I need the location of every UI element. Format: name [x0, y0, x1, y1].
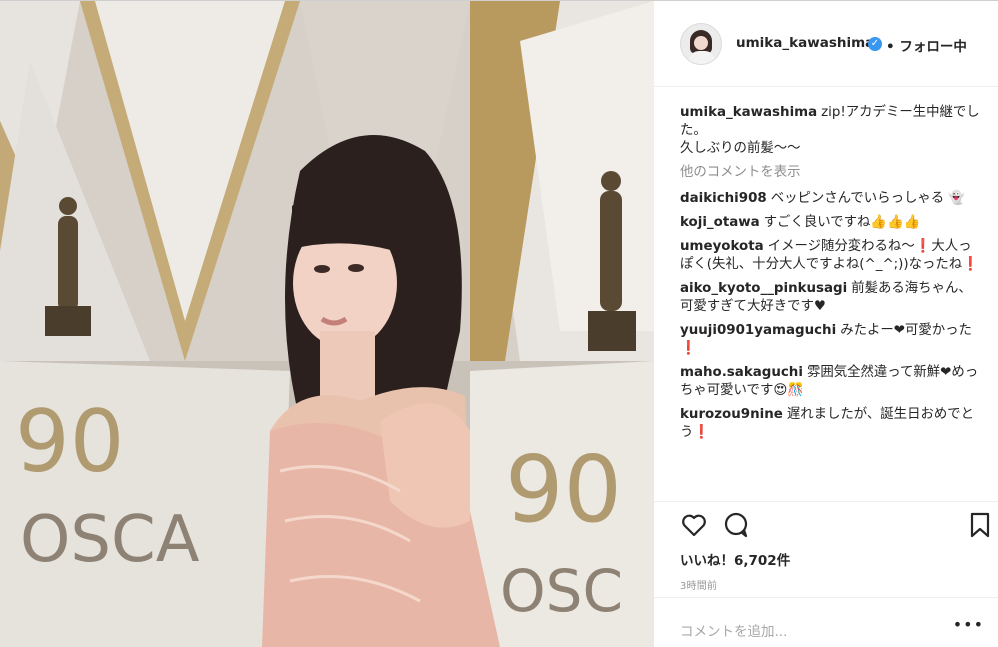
- caption: umika_kawashima zip!アカデミー生中継でした。 久しぶりの前髪〜…: [680, 104, 980, 158]
- comment-item: yuuji0901yamaguchi みたよー❤可愛かった❗: [680, 322, 980, 358]
- comment-bubble-icon[interactable]: [722, 511, 750, 539]
- svg-text:90: 90: [15, 392, 124, 492]
- more-options-icon[interactable]: •••: [953, 615, 984, 634]
- divider: [654, 597, 998, 598]
- post-sidebar: umika_kawashima ✓ • フォロー中 umika_kawashim…: [654, 1, 998, 647]
- post-photo[interactable]: 90 OSCA 90 OSC: [0, 1, 654, 647]
- load-more-comments-link[interactable]: 他のコメントを表示: [680, 164, 980, 182]
- heart-icon[interactable]: [680, 511, 708, 539]
- comment-text: すごく良いですね👍👍👍: [763, 215, 921, 230]
- comment-item: aiko_kyoto__pinkusagi 前髪ある海ちゃん、可愛すぎて大好きです…: [680, 280, 980, 316]
- comment-text: ベッピンさんでいらっしゃる 👻: [770, 191, 966, 206]
- post-actions: [680, 511, 990, 541]
- avatar[interactable]: [680, 23, 722, 65]
- caption-username[interactable]: umika_kawashima: [680, 105, 817, 120]
- comment-item: maho.sakaguchi 雰囲気全然違って新鮮❤めっちゃ可愛いです😍🎊: [680, 364, 980, 400]
- divider: [654, 501, 998, 502]
- comment-username[interactable]: daikichi908: [680, 191, 767, 206]
- comment-item: koji_otawa すごく良いですね👍👍👍: [680, 214, 980, 232]
- instagram-post: 90 OSCA 90 OSC umika_kawashima ✓ • フォロー中…: [0, 0, 998, 647]
- verified-badge-icon: ✓: [868, 37, 882, 51]
- bookmark-icon[interactable]: [966, 511, 994, 539]
- photo-illustration: 90 OSCA 90 OSC: [0, 1, 654, 647]
- comment-item: umeyokota イメージ随分変わるね〜❗大人っぽく(失礼、十分大人ですよね(^…: [680, 238, 980, 274]
- comment-item: daikichi908 ベッピンさんでいらっしゃる 👻: [680, 190, 980, 208]
- add-comment-input[interactable]: コメントを追加...: [680, 620, 787, 640]
- comment-username[interactable]: maho.sakaguchi: [680, 365, 803, 380]
- post-timestamp[interactable]: 3時間前: [680, 577, 717, 592]
- follow-status-button[interactable]: • フォロー中: [886, 35, 967, 55]
- svg-text:90: 90: [505, 436, 622, 543]
- comment-username[interactable]: kurozou9nine: [680, 407, 783, 422]
- header-username[interactable]: umika_kawashima: [736, 35, 874, 51]
- comment-item: kurozou9nine 遅れましたが、誕生日おめでとう❗: [680, 406, 980, 442]
- svg-text:OSC: OSC: [500, 557, 623, 625]
- comments-list: umika_kawashima zip!アカデミー生中継でした。 久しぶりの前髪〜…: [680, 104, 980, 500]
- comment-username[interactable]: aiko_kyoto__pinkusagi: [680, 281, 847, 296]
- comment-username[interactable]: umeyokota: [680, 239, 764, 254]
- post-header: umika_kawashima ✓ • フォロー中: [654, 1, 998, 87]
- svg-text:OSCA: OSCA: [20, 503, 200, 577]
- comment-username[interactable]: yuuji0901yamaguchi: [680, 323, 836, 338]
- comment-username[interactable]: koji_otawa: [680, 215, 760, 230]
- like-count[interactable]: いいね！6,702件: [680, 549, 790, 569]
